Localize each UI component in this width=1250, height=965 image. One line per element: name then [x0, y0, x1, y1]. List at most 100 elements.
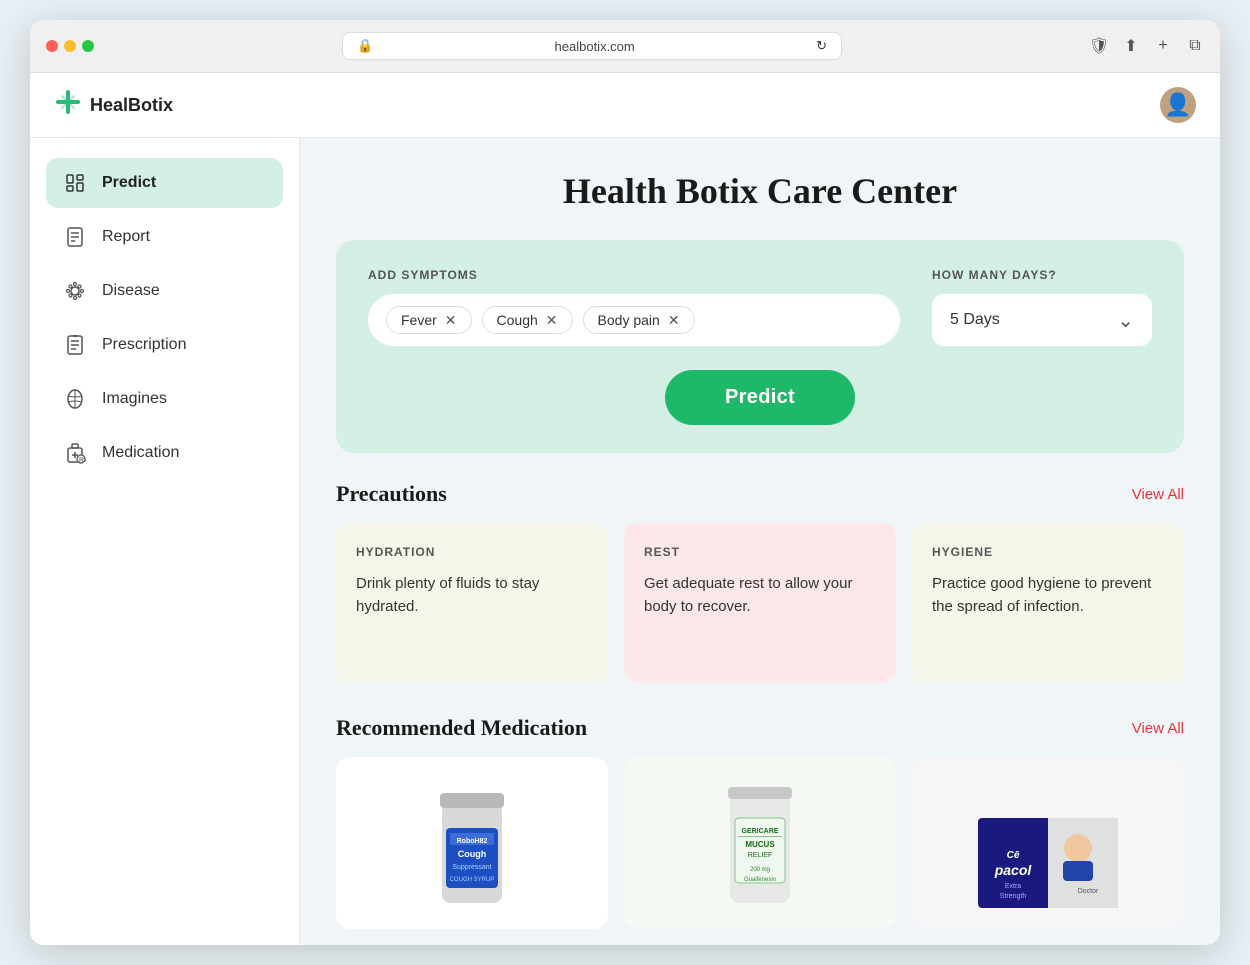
symptoms-input[interactable]: Fever ✕ Cough ✕ Body pain ✕: [368, 294, 900, 346]
predict-button[interactable]: Predict: [665, 370, 855, 425]
precaution-card-rest: REST Get adequate rest to allow your bod…: [624, 523, 896, 683]
sidebar: Predict Report: [30, 138, 300, 945]
sidebar-disease-label: Disease: [102, 282, 160, 300]
medication-card-mucus[interactable]: GERICARE MUCUS RELIEF 200 mg Guaifenesin: [624, 757, 896, 929]
svg-text:Strength: Strength: [1000, 893, 1027, 900]
svg-text:GERICARE: GERICARE: [742, 828, 779, 835]
symptom-row: ADD SYMPTOMS Fever ✕ Cough ✕: [368, 268, 1152, 346]
svg-text:Suppressant: Suppressant: [452, 864, 491, 871]
add-symptoms-label: ADD SYMPTOMS: [368, 268, 900, 282]
body-pain-remove[interactable]: ✕: [668, 313, 680, 327]
logo-text: HealBotix: [90, 95, 173, 116]
disease-icon: [62, 278, 88, 304]
address-bar[interactable]: 🔒 healbotix.com ↻: [342, 32, 842, 60]
sidebar-item-prescription[interactable]: Prescription: [46, 320, 283, 370]
symptom-card: ADD SYMPTOMS Fever ✕ Cough ✕: [336, 240, 1184, 453]
chevron-down-icon: ⌄: [1117, 308, 1134, 333]
medication-icon: Rx: [62, 440, 88, 466]
reload-icon[interactable]: ↻: [816, 38, 827, 54]
logo: HealBotix: [54, 88, 173, 122]
precautions-header: Precautions View All: [336, 481, 1184, 507]
precaution-card-hygiene: HYGIENE Practice good hygiene to prevent…: [912, 523, 1184, 683]
url-text: healbotix.com: [381, 39, 808, 54]
cough-label: Cough: [497, 312, 538, 328]
hydration-text: Drink plenty of fluids to stay hydrated.: [356, 573, 588, 618]
app-layout: Predict Report: [30, 138, 1220, 945]
sidebar-item-disease[interactable]: Disease: [46, 266, 283, 316]
logo-icon: [54, 88, 82, 122]
svg-text:MUCUS: MUCUS: [745, 840, 775, 849]
svg-text:Cough: Cough: [458, 849, 487, 859]
precautions-title: Precautions: [336, 481, 447, 507]
svg-text:Cē: Cē: [1007, 850, 1020, 861]
fever-remove[interactable]: ✕: [445, 313, 457, 327]
symptom-tag-body-pain: Body pain ✕: [583, 306, 695, 334]
sidebar-medication-label: Medication: [102, 444, 179, 462]
days-value: 5 Days: [950, 311, 1000, 329]
sidebar-item-predict[interactable]: Predict: [46, 158, 283, 208]
hygiene-text: Practice good hygiene to prevent the spr…: [932, 573, 1164, 618]
prescription-icon: [62, 332, 88, 358]
body-pain-label: Body pain: [598, 312, 660, 328]
hygiene-label: HYGIENE: [932, 545, 1164, 559]
symptom-section: ADD SYMPTOMS Fever ✕ Cough ✕: [368, 268, 900, 346]
traffic-lights: [46, 40, 94, 52]
browser-chrome: 🔒 healbotix.com ↻ 🛡 ⬆ + ⧉: [30, 20, 1220, 73]
medication-card-cough[interactable]: RoboH82 Cough Suppressant COUGH SYRUP: [336, 757, 608, 929]
svg-text:Extra: Extra: [1005, 883, 1021, 890]
shield-icon[interactable]: 🛡: [1090, 37, 1108, 55]
tabs-icon[interactable]: ⧉: [1186, 37, 1204, 55]
symptom-tag-cough: Cough ✕: [482, 306, 573, 334]
svg-text:200 mg: 200 mg: [750, 867, 770, 873]
page-title: Health Botix Care Center: [336, 170, 1184, 212]
cepacol-image: Cē pacol Extra Strength Doctor: [928, 773, 1168, 913]
sidebar-imagines-label: Imagines: [102, 390, 167, 408]
medication-title: Recommended Medication: [336, 715, 587, 741]
sidebar-report-label: Report: [102, 228, 150, 246]
cough-image: RoboH82 Cough Suppressant COUGH SYRUP: [352, 773, 592, 913]
imagines-icon: [62, 386, 88, 412]
sidebar-item-report[interactable]: Report: [46, 212, 283, 262]
how-many-days-label: HOW MANY DAYS?: [932, 268, 1152, 282]
cough-remove[interactable]: ✕: [546, 313, 558, 327]
fever-label: Fever: [401, 312, 437, 328]
days-select[interactable]: 5 Days ⌄: [932, 294, 1152, 346]
minimize-button[interactable]: [64, 40, 76, 52]
app-container: HealBotix 👤 P: [30, 73, 1220, 945]
days-section: HOW MANY DAYS? 5 Days ⌄: [932, 268, 1152, 346]
medication-grid: RoboH82 Cough Suppressant COUGH SYRUP: [336, 757, 1184, 929]
svg-text:COUGH SYRUP: COUGH SYRUP: [450, 877, 495, 883]
mucus-image: GERICARE MUCUS RELIEF 200 mg Guaifenesin: [640, 773, 880, 913]
maximize-button[interactable]: [82, 40, 94, 52]
top-nav: HealBotix 👤: [30, 73, 1220, 138]
lock-icon: 🔒: [357, 38, 373, 54]
rest-text: Get adequate rest to allow your body to …: [644, 573, 876, 618]
svg-text:Doctor: Doctor: [1078, 888, 1099, 895]
svg-text:Rx: Rx: [79, 457, 86, 464]
sidebar-prescription-label: Prescription: [102, 336, 186, 354]
precaution-card-hydration: HYDRATION Drink plenty of fluids to stay…: [336, 523, 608, 683]
browser-window: 🔒 healbotix.com ↻ 🛡 ⬆ + ⧉ HealBotix: [30, 20, 1220, 945]
share-icon[interactable]: ⬆: [1122, 37, 1140, 55]
medication-card-cepacol[interactable]: Cē pacol Extra Strength Doctor: [912, 757, 1184, 929]
symptom-tag-fever: Fever ✕: [386, 306, 472, 334]
medication-header: Recommended Medication View All: [336, 715, 1184, 741]
rest-label: REST: [644, 545, 876, 559]
svg-text:pacol: pacol: [994, 862, 1033, 878]
sidebar-item-medication[interactable]: Rx Medication: [46, 428, 283, 478]
predict-icon: [62, 170, 88, 196]
svg-text:RELIEF: RELIEF: [748, 852, 773, 859]
main-content: Health Botix Care Center ADD SYMPTOMS Fe…: [300, 138, 1220, 945]
browser-actions: 🛡 ⬆ + ⧉: [1090, 37, 1204, 55]
hydration-label: HYDRATION: [356, 545, 588, 559]
precautions-view-all[interactable]: View All: [1132, 486, 1184, 503]
medication-view-all[interactable]: View All: [1132, 720, 1184, 737]
close-button[interactable]: [46, 40, 58, 52]
svg-text:Guaifenesin: Guaifenesin: [744, 877, 776, 883]
avatar[interactable]: 👤: [1160, 87, 1196, 123]
sidebar-item-imagines[interactable]: Imagines: [46, 374, 283, 424]
report-icon: [62, 224, 88, 250]
sidebar-predict-label: Predict: [102, 174, 156, 192]
new-tab-icon[interactable]: +: [1154, 37, 1172, 55]
precautions-grid: HYDRATION Drink plenty of fluids to stay…: [336, 523, 1184, 683]
